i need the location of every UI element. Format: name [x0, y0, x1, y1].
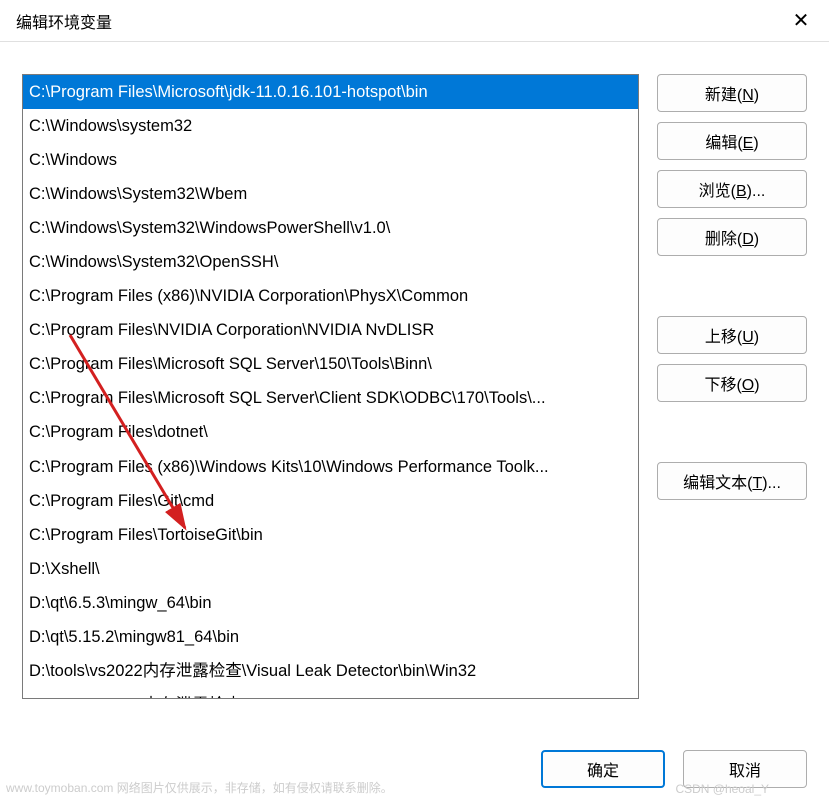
edit-text-button[interactable]: 编辑文本(T)... — [657, 462, 807, 500]
ok-button[interactable]: 确定 — [541, 750, 665, 788]
path-list-item[interactable]: C:\Program Files\TortoiseGit\bin — [23, 518, 638, 552]
path-list-item[interactable]: C:\Program Files\Microsoft\jdk-11.0.16.1… — [23, 75, 638, 109]
path-list-item[interactable]: D:\tools\vs2022内存泄露检查\Visual Leak Detect… — [23, 688, 638, 699]
close-icon[interactable]: ✕ — [789, 8, 813, 33]
path-list-item[interactable]: D:\Xshell\ — [23, 552, 638, 586]
spacer — [657, 266, 807, 306]
browse-button[interactable]: 浏览(B)... — [657, 170, 807, 208]
watermark-author: CSDN @heoal_Y — [675, 782, 769, 796]
path-list-item[interactable]: C:\Program Files (x86)\NVIDIA Corporatio… — [23, 279, 638, 313]
path-list-item[interactable]: D:\qt\6.5.3\mingw_64\bin — [23, 586, 638, 620]
watermark-text: www.toymoban.com 网络图片仅供展示，非存储，如有侵权请联系删除。 — [6, 779, 393, 796]
path-list-item[interactable]: C:\Windows\system32 — [23, 109, 638, 143]
path-list-item[interactable]: D:\tools\vs2022内存泄露检查\Visual Leak Detect… — [23, 654, 638, 688]
path-list-item[interactable]: C:\Program Files\dotnet\ — [23, 415, 638, 449]
edit-button[interactable]: 编辑(E) — [657, 122, 807, 160]
move-up-button[interactable]: 上移(U) — [657, 316, 807, 354]
spacer — [657, 412, 807, 452]
path-list-item[interactable]: C:\Program Files\Microsoft SQL Server\15… — [23, 347, 638, 381]
path-list-item[interactable]: C:\Windows\System32\Wbem — [23, 177, 638, 211]
button-column: 新建(N) 编辑(E) 浏览(B)... 删除(D) 上移(U) 下移(O) 编… — [657, 74, 807, 699]
content-area: C:\Program Files\Microsoft\jdk-11.0.16.1… — [0, 42, 829, 709]
new-button[interactable]: 新建(N) — [657, 74, 807, 112]
delete-button[interactable]: 删除(D) — [657, 218, 807, 256]
titlebar: 编辑环境变量 ✕ — [0, 0, 829, 42]
path-list-item[interactable]: C:\Windows — [23, 143, 638, 177]
path-list-item[interactable]: C:\Windows\System32\WindowsPowerShell\v1… — [23, 211, 638, 245]
path-listbox[interactable]: C:\Program Files\Microsoft\jdk-11.0.16.1… — [22, 74, 639, 699]
dialog-title: 编辑环境变量 — [16, 9, 112, 33]
move-down-button[interactable]: 下移(O) — [657, 364, 807, 402]
path-list-item[interactable]: C:\Program Files\Microsoft SQL Server\Cl… — [23, 381, 638, 415]
path-list-item[interactable]: C:\Program Files (x86)\Windows Kits\10\W… — [23, 450, 638, 484]
path-list-item[interactable]: D:\qt\5.15.2\mingw81_64\bin — [23, 620, 638, 654]
path-list-item[interactable]: C:\Program Files\NVIDIA Corporation\NVID… — [23, 313, 638, 347]
path-list-item[interactable]: C:\Program Files\Git\cmd — [23, 484, 638, 518]
path-list-item[interactable]: C:\Windows\System32\OpenSSH\ — [23, 245, 638, 279]
